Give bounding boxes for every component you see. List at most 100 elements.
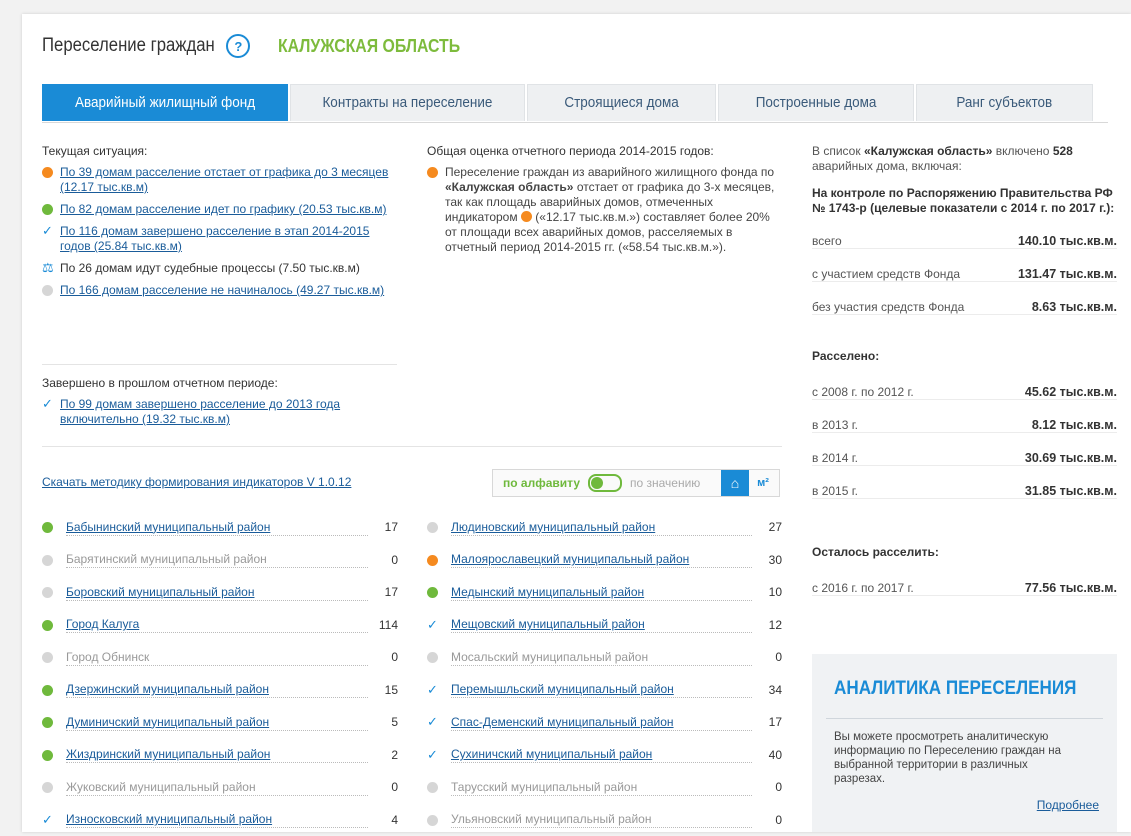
sort-value-label[interactable]: по значению xyxy=(630,476,700,490)
assessment-label: Общая оценка отчетного периода 2014-2015… xyxy=(427,144,777,158)
district-row: Думиничский муниципальный район5 xyxy=(42,706,398,739)
district-name: Тарусский муниципальный район xyxy=(451,780,637,794)
green-dot-icon xyxy=(42,685,53,696)
status-item: По 82 домам расселение идет по графику (… xyxy=(42,202,397,217)
district-row: ✓Износковский муниципальный район4 xyxy=(42,804,398,836)
status-item: ⚖ По 26 домам идут судебные процессы (7.5… xyxy=(42,261,397,276)
remaining-row: с 2016 г. по 2017 г.77.56 тыс.кв.м. xyxy=(812,563,1117,596)
status-link-not-started[interactable]: По 166 домам расселение не начиналось (4… xyxy=(60,283,384,298)
green-dot-icon xyxy=(427,587,438,598)
district-row: ✓ Перемышльский муниципальный район 34 xyxy=(427,674,782,707)
tab-built-houses[interactable]: Построенные дома xyxy=(718,84,914,121)
orange-dot-icon xyxy=(427,167,438,178)
tab-emergency-housing[interactable]: Аварийный жилищный фонд xyxy=(42,84,288,121)
orange-dot-icon xyxy=(521,211,532,222)
control-row: с участием средств Фонда131.47 тыс.кв.м. xyxy=(812,249,1117,282)
status-link-completed[interactable]: По 116 домам завершено расселение в этап… xyxy=(60,224,397,254)
status-link-on-schedule[interactable]: По 82 домам расселение идет по графику (… xyxy=(60,202,387,217)
district-count: 17 xyxy=(368,585,398,599)
district-name[interactable]: Медынский муниципальный район xyxy=(451,585,644,599)
home-icon[interactable]: ⌂ xyxy=(721,470,749,496)
check-icon: ✓ xyxy=(42,812,53,828)
assessment-text: Переселение граждан из аварийного жилищн… xyxy=(427,165,777,255)
tab-contracts[interactable]: Контракты на переселение xyxy=(290,84,525,121)
district-row: Город Калуга 114 xyxy=(42,609,398,642)
status-link-lagging[interactable]: По 39 домам расселение отстает от график… xyxy=(60,165,397,195)
district-row: Мосальский муниципальный район 0 xyxy=(427,641,782,674)
district-name: Жуковский муниципальный район xyxy=(66,780,256,794)
check-icon: ✓ xyxy=(427,747,438,763)
check-icon: ✓ xyxy=(42,396,53,411)
district-name: Город Обнинск xyxy=(66,650,149,664)
gray-dot-icon xyxy=(42,782,53,793)
scales-icon: ⚖ xyxy=(42,260,54,275)
district-count: 0 xyxy=(752,650,782,664)
district-name[interactable]: Жиздринский муниципальный район xyxy=(66,747,270,761)
district-name[interactable]: Думиничский муниципальный район xyxy=(66,715,269,729)
gray-dot-icon xyxy=(427,815,438,826)
status-link-previous[interactable]: По 99 домам завершено расселение до 2013… xyxy=(60,397,397,427)
gray-dot-icon xyxy=(427,522,438,533)
district-row: ✓Спас-Деменский муниципальный район17 xyxy=(427,706,782,739)
current-label: Текущая ситуация: xyxy=(42,144,397,158)
district-row: Людиновский муниципальный район 27 xyxy=(427,511,782,544)
district-name[interactable]: Бабынинский муниципальный район xyxy=(66,520,270,534)
gray-dot-icon xyxy=(42,587,53,598)
district-count: 2 xyxy=(368,748,398,762)
resettled-row: с 2008 г. по 2012 г.45.62 тыс.кв.м. xyxy=(812,367,1117,400)
previous-label: Завершено в прошлом отчетном периоде: xyxy=(42,376,397,390)
summary-intro: В список «Калужская область» включено 52… xyxy=(812,144,1117,174)
district-name[interactable]: Людиновский муниципальный район xyxy=(451,520,655,534)
district-row: ✓Сухиничский муниципальный район40 xyxy=(427,739,782,772)
sort-alpha-label[interactable]: по алфавиту xyxy=(503,476,580,490)
tab-bar: Аварийный жилищный фонд Контракты на пер… xyxy=(42,84,1108,123)
control-row: всего140.10 тыс.кв.м. xyxy=(812,216,1117,249)
district-row: Барятинский муниципальный район0 xyxy=(42,544,398,577)
district-row: Бабынинский муниципальный район 17 xyxy=(42,511,398,544)
district-row: Медынский муниципальный район10 xyxy=(427,576,782,609)
district-name: Ульяновский муниципальный район xyxy=(451,812,651,826)
area-unit-button[interactable]: м² xyxy=(749,470,777,496)
summary-panel: В список «Калужская область» включено 52… xyxy=(812,144,1117,596)
district-count: 17 xyxy=(368,520,398,534)
orange-dot-icon xyxy=(427,555,438,566)
district-count: 114 xyxy=(368,618,398,632)
sort-switch[interactable] xyxy=(588,474,622,492)
district-count: 27 xyxy=(752,520,782,534)
district-row: Тарусский муниципальный район 0 xyxy=(427,771,782,804)
green-dot-icon xyxy=(42,620,53,631)
district-name[interactable]: Дзержинский муниципальный район xyxy=(66,682,269,696)
green-dot-icon xyxy=(42,204,53,215)
district-count: 15 xyxy=(368,683,398,697)
district-name: Мосальский муниципальный район xyxy=(451,650,648,664)
status-item: По 39 домам расселение отстает от график… xyxy=(42,165,397,195)
help-icon[interactable]: ? xyxy=(226,34,250,58)
district-name[interactable]: Спас-Деменский муниципальный район xyxy=(451,715,674,729)
tab-under-construction[interactable]: Строящиеся дома xyxy=(527,84,716,121)
district-name[interactable]: Перемышльский муниципальный район xyxy=(451,682,674,696)
status-text-court: По 26 домам идут судебные процессы (7.50… xyxy=(60,261,360,276)
gray-dot-icon xyxy=(427,782,438,793)
check-icon: ✓ xyxy=(427,714,438,730)
district-count: 34 xyxy=(752,683,782,697)
resettled-row: в 2015 г.31.85 тыс.кв.м. xyxy=(812,466,1117,499)
district-name[interactable]: Малоярославецкий муниципальный район xyxy=(451,552,689,566)
analytics-more-link[interactable]: Подробнее xyxy=(1037,798,1099,812)
resettled-title: Расселено: xyxy=(812,349,1117,363)
district-count: 0 xyxy=(752,780,782,794)
divider xyxy=(826,718,1103,719)
analytics-title: АНАЛИТИКА ПЕРЕСЕЛЕНИЯ xyxy=(834,678,1076,700)
analytics-box: АНАЛИТИКА ПЕРЕСЕЛЕНИЯ Вы можете просмотр… xyxy=(812,654,1117,832)
page-title: Переселение граждан xyxy=(42,35,215,57)
district-name[interactable]: Сухиничский муниципальный район xyxy=(451,747,652,761)
district-name[interactable]: Боровский муниципальный район xyxy=(66,585,254,599)
district-name[interactable]: Город Калуга xyxy=(66,617,139,631)
download-methodology-link[interactable]: Скачать методику формирования индикаторо… xyxy=(42,475,351,489)
status-item: ✓ По 99 домам завершено расселение до 201… xyxy=(42,397,397,427)
district-name[interactable]: Износковский муниципальный район xyxy=(66,812,272,826)
check-icon: ✓ xyxy=(427,682,438,698)
district-count: 0 xyxy=(368,553,398,567)
previous-period: Завершено в прошлом отчетном периоде: ✓ П… xyxy=(42,376,397,434)
tab-subject-rank[interactable]: Ранг субъектов xyxy=(916,84,1093,121)
district-name[interactable]: Мещовский муниципальный район xyxy=(451,617,645,631)
